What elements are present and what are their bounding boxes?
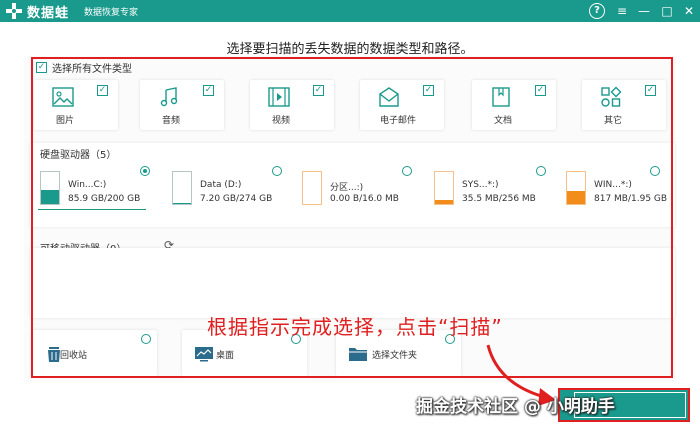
annotation-text: 根据指示完成选择，点击“扫描” <box>207 315 503 339</box>
app-name: 数据蛙 <box>27 6 70 21</box>
watermark: 掘金技术社区 @ 小明助手 <box>416 397 615 417</box>
app-subtitle: 数据恢复专家 <box>84 8 139 18</box>
help-button[interactable]: ? <box>589 3 605 19</box>
close-button[interactable]: ✕ <box>681 3 697 19</box>
title-bar: 数据蛙 数据恢复专家 ? ≡ — □ ✕ <box>0 0 700 22</box>
page-heading: 选择要扫描的丢失数据的数据类型和路径。 <box>226 42 474 57</box>
maximize-button[interactable]: □ <box>659 3 675 19</box>
logo-icon <box>6 3 22 19</box>
minimize-button[interactable]: — <box>636 3 652 19</box>
menu-button[interactable]: ≡ <box>614 3 630 19</box>
